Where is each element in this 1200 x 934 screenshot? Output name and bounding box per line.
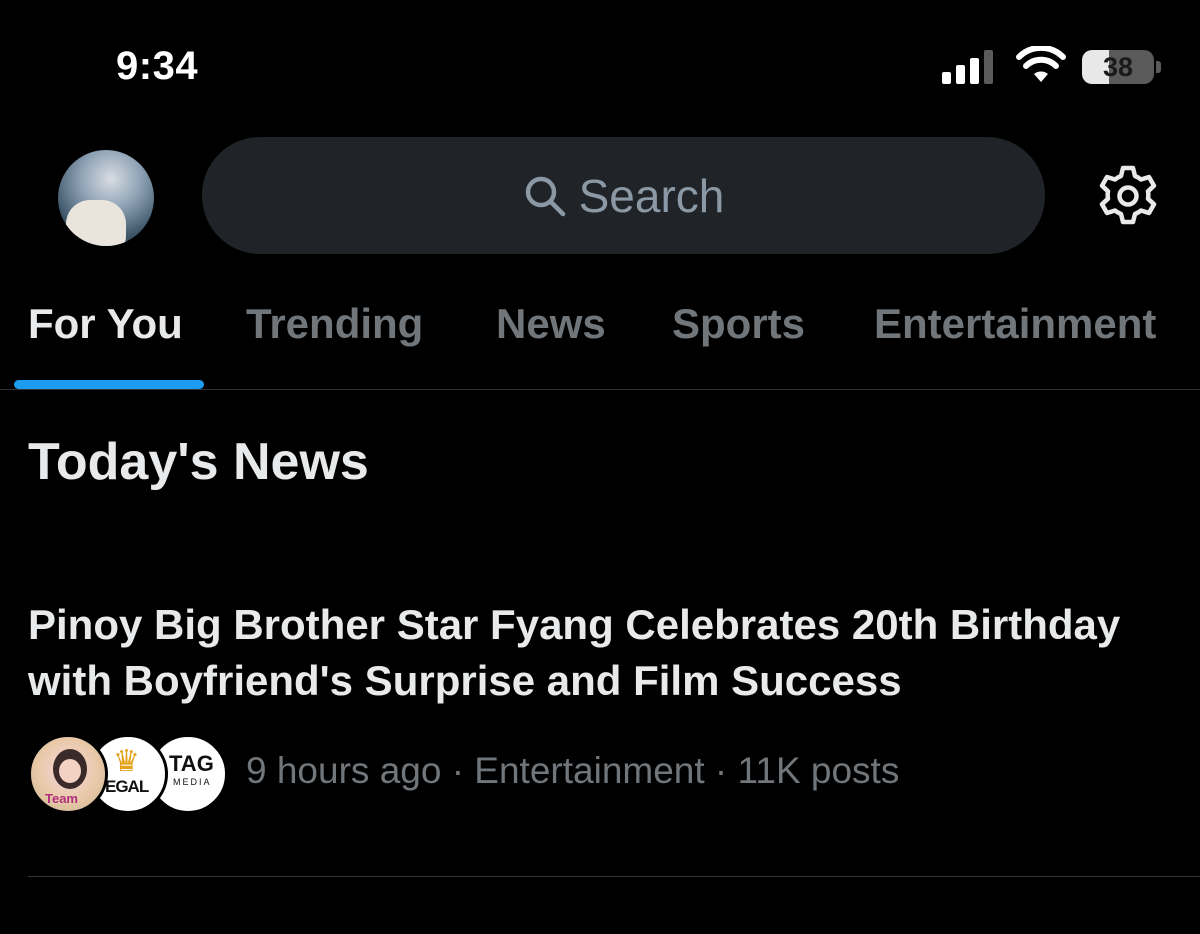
gear-icon[interactable]	[1096, 164, 1160, 228]
active-tab-indicator	[14, 380, 204, 389]
section-title: Today's News	[28, 433, 369, 491]
search-bar[interactable]: Search	[202, 137, 1045, 254]
story-headline[interactable]: Pinoy Big Brother Star Fyang Celebrates …	[28, 597, 1188, 709]
tab-sports[interactable]: Sports	[672, 300, 805, 348]
wifi-icon	[1016, 46, 1066, 82]
tab-for-you[interactable]: For You	[28, 300, 183, 348]
story-divider	[28, 876, 1200, 877]
category-tabs: For You Trending News Sports Entertainme…	[0, 300, 1200, 390]
tabs-divider	[0, 389, 1200, 390]
profile-avatar[interactable]	[58, 150, 154, 246]
tab-trending[interactable]: Trending	[246, 300, 423, 348]
search-icon	[525, 176, 565, 216]
crown-icon: ♛	[113, 745, 140, 778]
explore-screen: 9:34 38 Search For You Trending News Spo…	[0, 0, 1200, 934]
story-meta-row[interactable]: Team ♛ EGAL TAG MEDIA 9 hours ago · Ente…	[28, 734, 1188, 814]
publisher-label: EGAL	[105, 777, 149, 796]
tab-entertainment[interactable]: Entertainment	[874, 300, 1156, 348]
battery-level: 38	[1102, 52, 1134, 82]
tab-news[interactable]: News	[496, 300, 606, 348]
status-time: 9:34	[116, 44, 199, 88]
publisher-avatar: Team	[28, 734, 108, 814]
publisher-photo-face	[59, 759, 81, 783]
battery-indicator: 38	[1082, 50, 1154, 84]
cellular-signal-icon	[942, 50, 993, 84]
publisher-sublabel: MEDIA	[173, 777, 212, 787]
publisher-label: TAG	[169, 751, 214, 776]
avatar-figure	[66, 200, 126, 246]
battery-nub	[1156, 61, 1161, 73]
search-placeholder: Search	[578, 169, 725, 222]
publisher-label: Team	[45, 791, 78, 806]
story-meta: 9 hours ago · Entertainment · 11K posts	[246, 750, 900, 791]
